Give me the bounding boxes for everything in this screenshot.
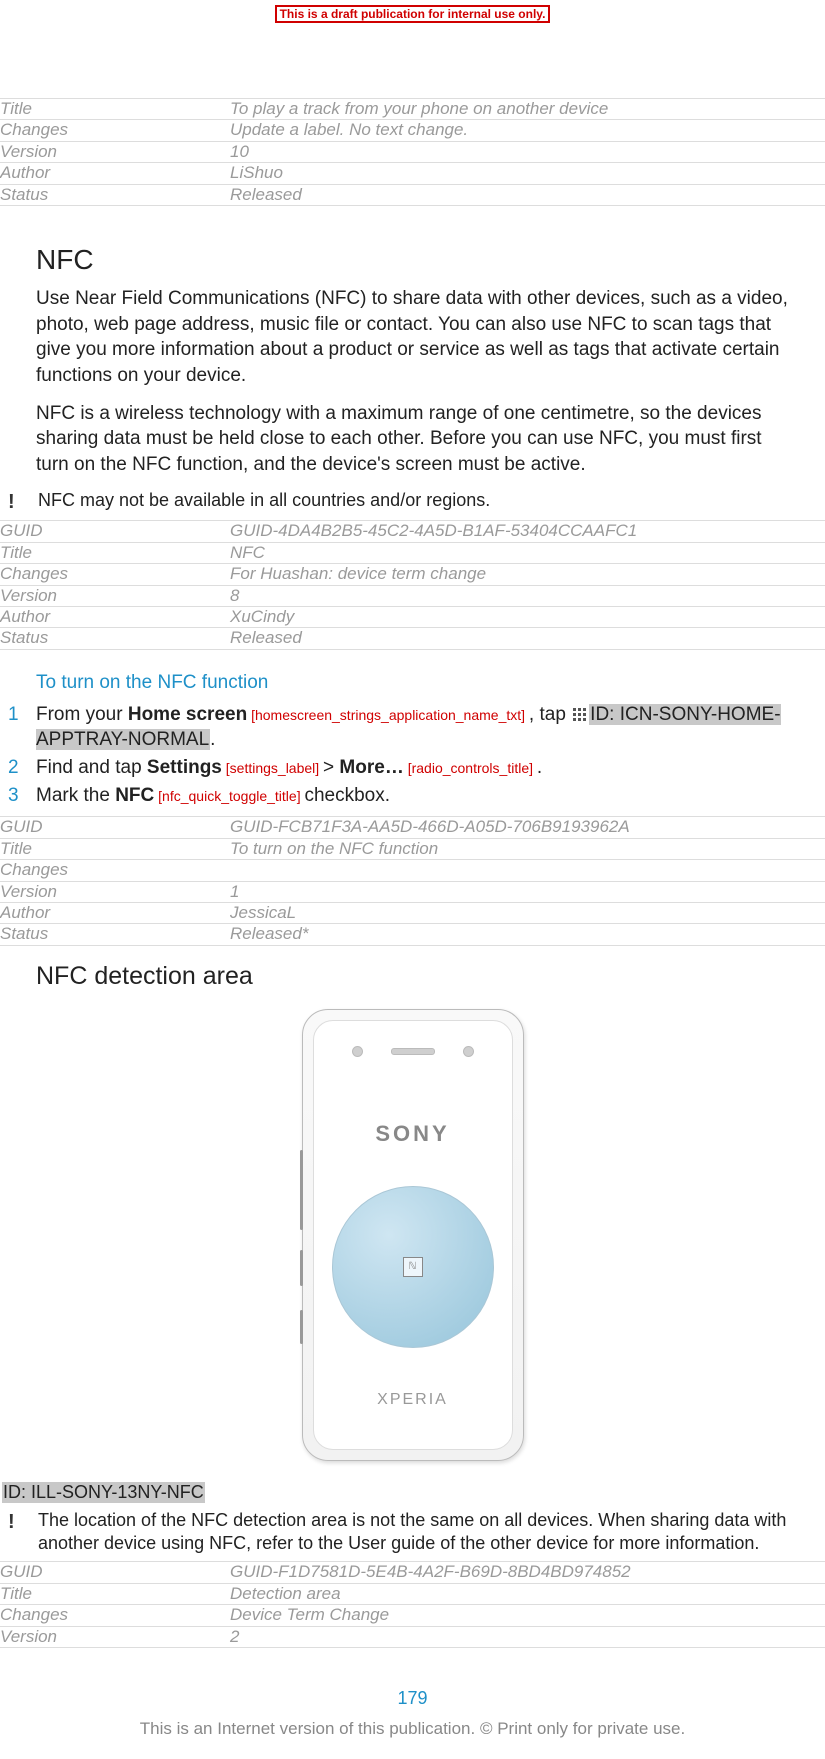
note-2-text: The location of the NFC detection area i…: [38, 1509, 825, 1556]
meta-key: Version: [0, 585, 230, 606]
xperia-logo: XPERIA: [314, 1391, 512, 1409]
note-1: ! NFC may not be available in all countr…: [0, 489, 825, 514]
meta-key: Version: [0, 1626, 230, 1647]
term-home-screen: Home screen: [128, 704, 247, 725]
nfc-symbol-icon: ℕ: [403, 1257, 423, 1277]
meta-val: GUID-FCB71F3A-AA5D-466D-A05D-706B9193962…: [230, 817, 825, 838]
metadata-table-3: GUIDGUID-FCB71F3A-AA5D-466D-A05D-706B919…: [0, 816, 825, 945]
meta-key: Version: [0, 141, 230, 162]
ref-nfc-toggle: [nfc_quick_toggle_title]: [154, 788, 304, 804]
meta-val: Released: [230, 184, 825, 205]
important-icon: !: [0, 489, 38, 514]
meta-key: Author: [0, 902, 230, 923]
draft-banner: This is a draft publication for internal…: [0, 2, 825, 23]
meta-val: LiShuo: [230, 163, 825, 184]
meta-val: For Huashan: device term change: [230, 564, 825, 585]
term-settings: Settings: [147, 757, 222, 778]
meta-key: Title: [0, 542, 230, 563]
important-icon: !: [0, 1509, 38, 1534]
meta-val: JessicaL: [230, 902, 825, 923]
metadata-table-4: GUIDGUID-F1D7581D-5E4B-4A2F-B69D-8BD4BD9…: [0, 1561, 825, 1648]
meta-key: Changes: [0, 1605, 230, 1626]
meta-key: Title: [0, 838, 230, 859]
meta-val: To turn on the NFC function: [230, 838, 825, 859]
paragraph-2: NFC is a wireless technology with a maxi…: [36, 401, 789, 478]
paragraph-1: Use Near Field Communications (NFC) to s…: [36, 286, 789, 389]
meta-key: Status: [0, 184, 230, 205]
term-nfc: NFC: [115, 785, 154, 806]
meta-key: GUID: [0, 817, 230, 838]
meta-val: To play a track from your phone on anoth…: [230, 99, 825, 120]
meta-val: 1: [230, 881, 825, 902]
meta-val: XuCindy: [230, 607, 825, 628]
heading-nfc-detection: NFC detection area: [36, 962, 789, 991]
subheading-turn-on-nfc: To turn on the NFC function: [36, 672, 789, 694]
meta-key: Changes: [0, 860, 230, 881]
phone-outline: SONY ℕ XPERIA: [302, 1009, 524, 1461]
meta-val: NFC: [230, 542, 825, 563]
page-number: 179: [0, 1688, 825, 1709]
meta-val: Released: [230, 628, 825, 649]
speaker-slit-icon: [391, 1048, 435, 1055]
phone-top-sensors: [314, 1039, 512, 1065]
nfc-area-circle: ℕ: [332, 1186, 494, 1348]
step-3: Mark the NFC [nfc_quick_toggle_title] ch…: [8, 783, 825, 809]
phone-side-button: [300, 1150, 303, 1230]
meta-val: 2: [230, 1626, 825, 1647]
ref-radio-controls: [radio_controls_title]: [404, 760, 537, 776]
meta-val: 8: [230, 585, 825, 606]
draft-banner-text: This is a draft publication for internal…: [275, 5, 551, 23]
page-footer: 179 This is an Internet version of this …: [0, 1688, 825, 1759]
sony-logo: SONY: [314, 1121, 512, 1147]
metadata-table-1: TitleTo play a track from your phone on …: [0, 98, 825, 206]
phone-back: SONY ℕ XPERIA: [313, 1020, 513, 1450]
ref-settings: [settings_label]: [222, 760, 323, 776]
copyright-line: This is an Internet version of this publ…: [0, 1719, 825, 1739]
term-more: More…: [339, 757, 403, 778]
meta-val: [230, 860, 825, 881]
meta-key: GUID: [0, 1562, 230, 1583]
phone-side-button: [300, 1250, 303, 1286]
flash-dot-icon: [463, 1046, 474, 1057]
phone-illustration: SONY ℕ XPERIA: [36, 1009, 789, 1466]
meta-key: Version: [0, 881, 230, 902]
heading-nfc: NFC: [36, 244, 789, 276]
meta-val: Released*: [230, 924, 825, 945]
metadata-table-2: GUIDGUID-4DA4B2B5-45C2-4A5D-B1AF-53404CC…: [0, 520, 825, 649]
step-1: From your Home screen [homescreen_string…: [8, 702, 825, 753]
apptray-grid-icon: [573, 708, 587, 722]
meta-val: 10: [230, 141, 825, 162]
phone-side-button: [300, 1310, 303, 1344]
camera-dot-icon: [352, 1046, 363, 1057]
meta-val: GUID-F1D7581D-5E4B-4A2F-B69D-8BD4BD97485…: [230, 1562, 825, 1583]
meta-key: Title: [0, 99, 230, 120]
note-1-text: NFC may not be available in all countrie…: [38, 489, 490, 512]
meta-key: Changes: [0, 564, 230, 585]
meta-key: Status: [0, 924, 230, 945]
meta-val: Detection area: [230, 1583, 825, 1604]
meta-val: GUID-4DA4B2B5-45C2-4A5D-B1AF-53404CCAAFC…: [230, 521, 825, 542]
steps-list: From your Home screen [homescreen_string…: [0, 702, 825, 809]
step-2: Find and tap Settings [settings_label] >…: [8, 755, 825, 781]
meta-key: Title: [0, 1583, 230, 1604]
meta-key: Status: [0, 628, 230, 649]
note-2: ! The location of the NFC detection area…: [0, 1509, 825, 1556]
meta-val: Update a label. No text change.: [230, 120, 825, 141]
meta-val: Device Term Change: [230, 1605, 825, 1626]
illustration-id: ID: ILL-SONY-13NY-NFC: [2, 1482, 205, 1503]
meta-key: GUID: [0, 521, 230, 542]
meta-key: Changes: [0, 120, 230, 141]
meta-key: Author: [0, 607, 230, 628]
ref-homescreen: [homescreen_strings_application_name_txt…: [247, 707, 529, 723]
meta-key: Author: [0, 163, 230, 184]
